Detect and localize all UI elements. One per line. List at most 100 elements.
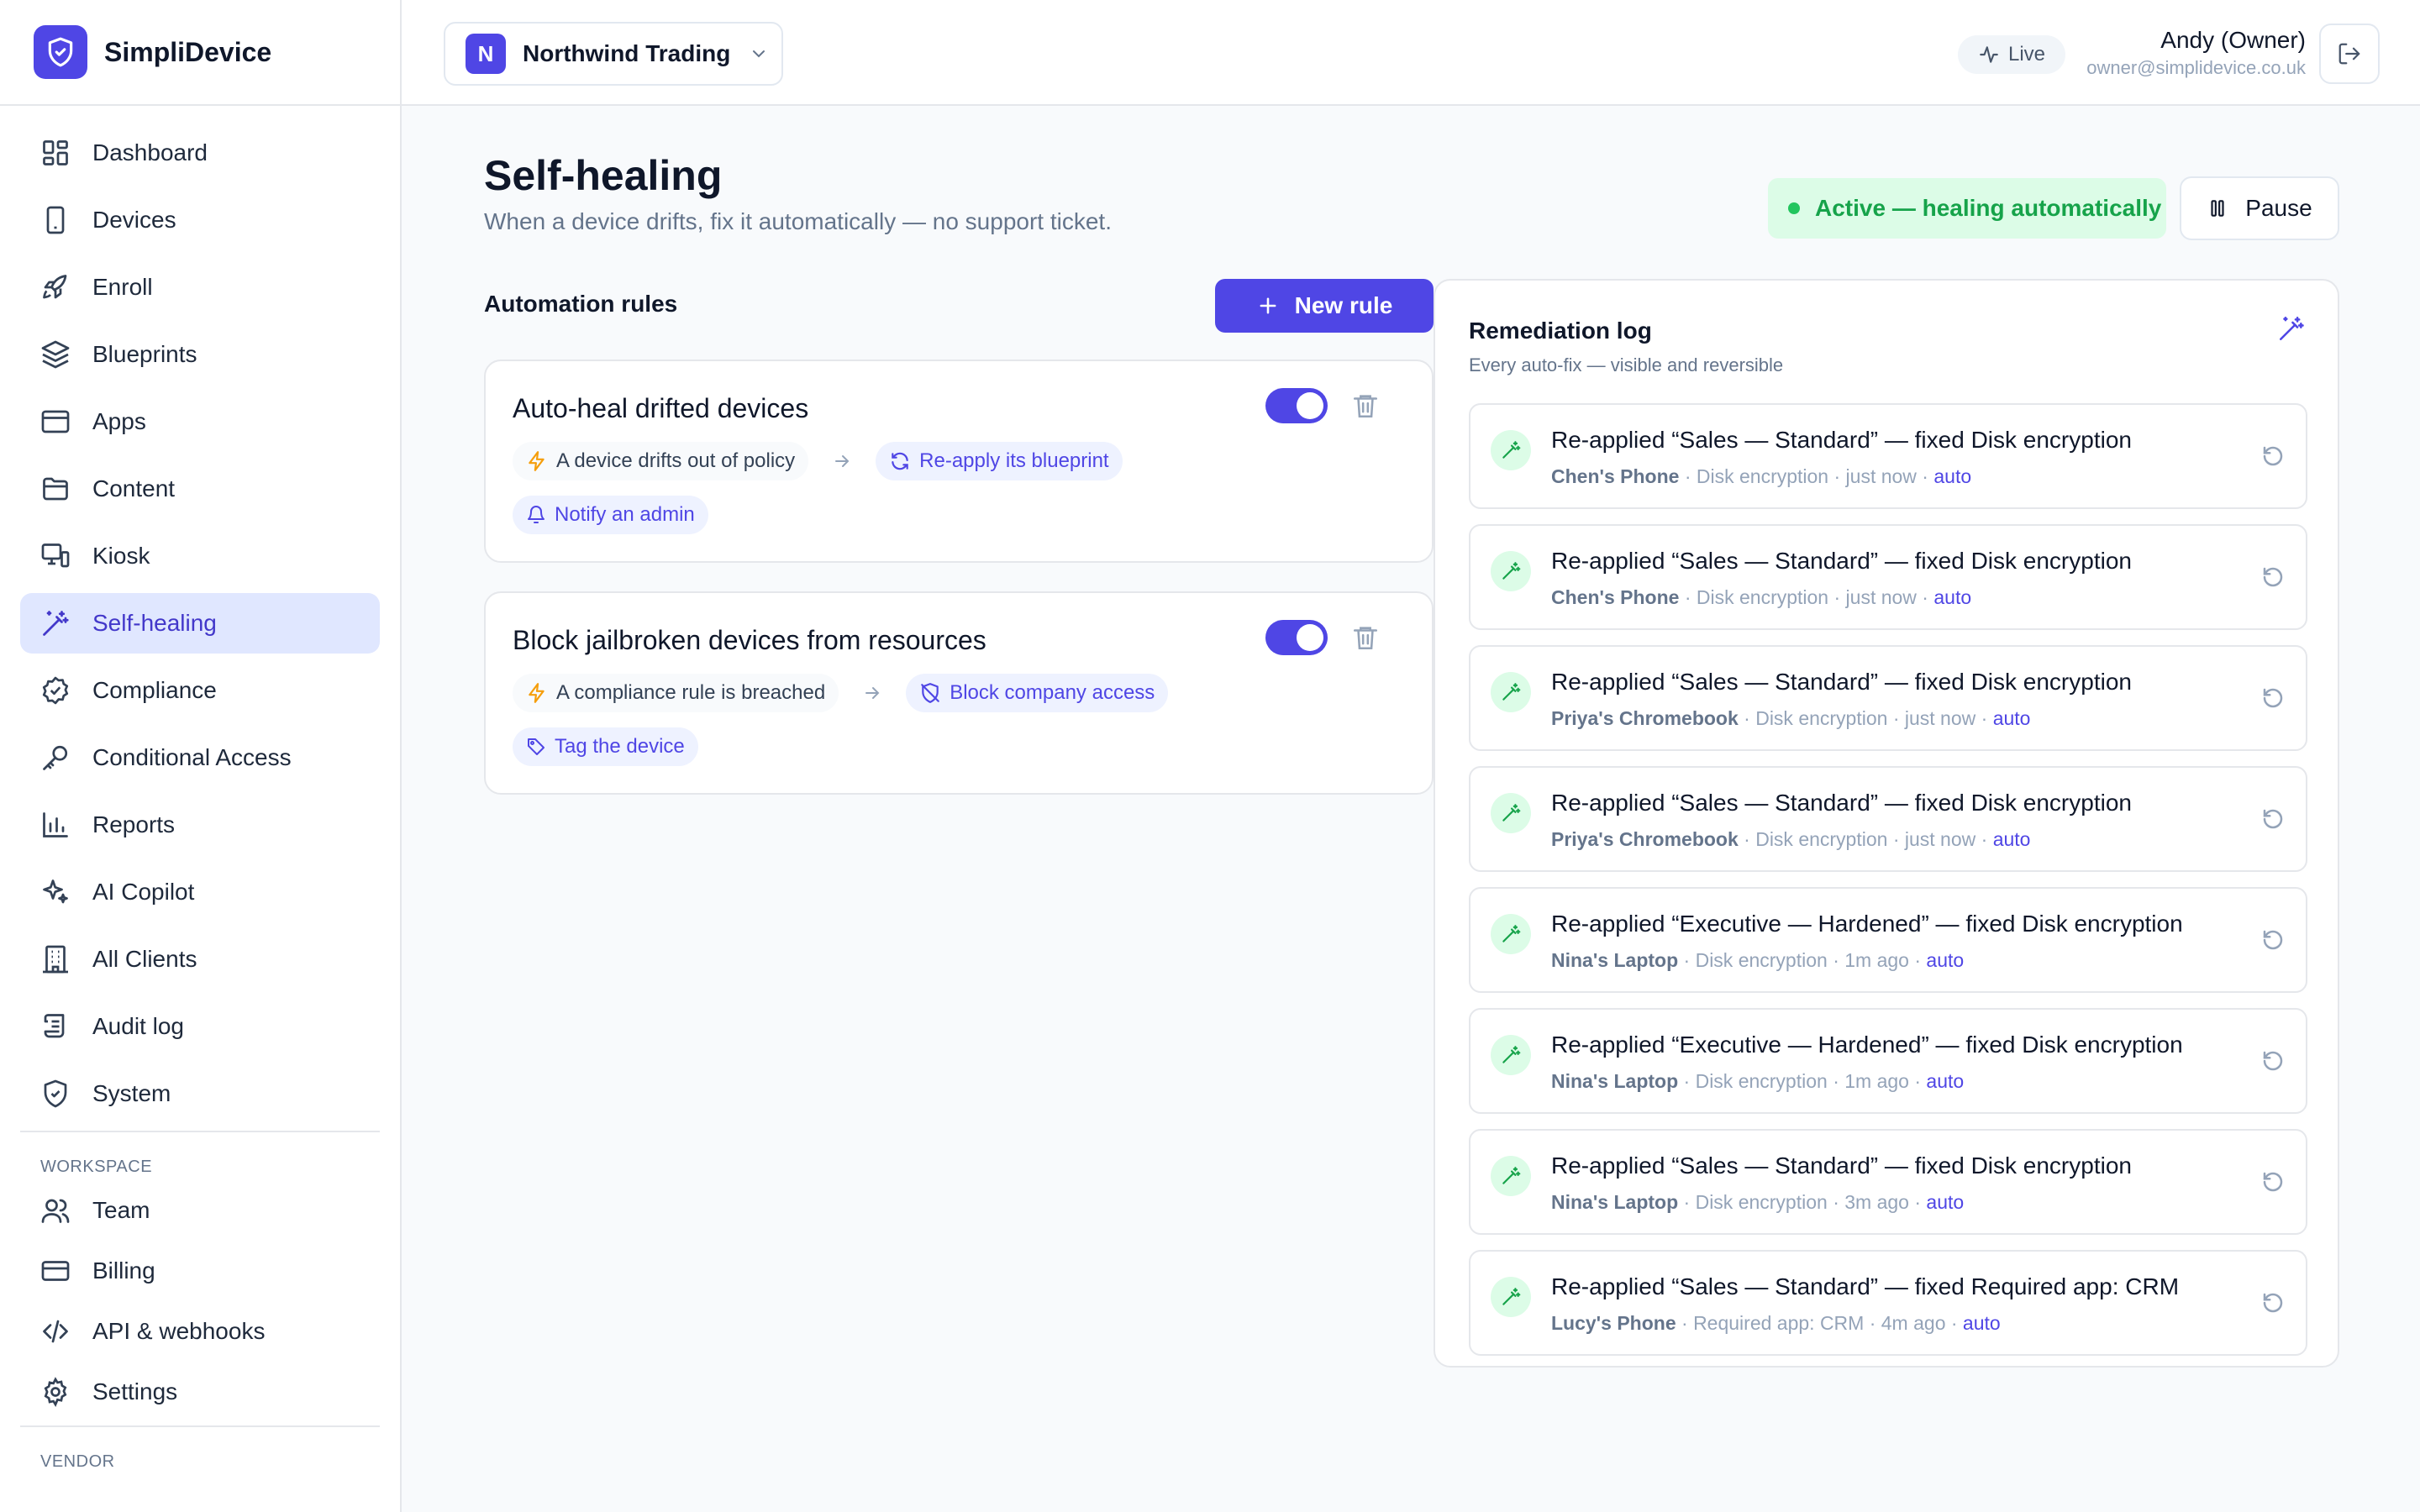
log-item-meta: Priya's Chromebook · Disk encryption · j… — [1551, 707, 2030, 730]
sidebar-item-devices[interactable]: Devices — [20, 190, 380, 250]
brand[interactable]: SimpliDevice — [0, 0, 400, 106]
layers-icon — [41, 340, 70, 369]
refresh-icon — [892, 452, 908, 470]
user-name: Andy (Owner) — [2160, 27, 2306, 53]
undo-icon[interactable] — [2260, 1169, 2286, 1194]
page-subtitle: When a device drifts, fix it automatical… — [484, 208, 1112, 234]
sidebar-item-all-clients[interactable]: All Clients — [20, 929, 380, 990]
rule-enabled-toggle[interactable] — [1265, 388, 1328, 423]
live-label: Live — [2007, 43, 2046, 66]
trigger-chip[interactable]: A device drifts out of policy — [513, 442, 809, 480]
credit-card-icon — [41, 1261, 70, 1281]
vendor-section-label: VENDOR — [40, 1452, 115, 1471]
sidebar-item-team[interactable]: Team — [20, 1184, 380, 1237]
sidebar-item-label: AI Copilot — [92, 879, 195, 905]
sidebar-item-label: Self-healing — [92, 610, 217, 636]
action-chip[interactable]: Block company access — [906, 674, 1169, 712]
wand-icon — [1491, 430, 1531, 470]
sidebar-item-label: Kiosk — [92, 543, 150, 569]
log-list: Re-applied “Sales — Standard” — fixed Di… — [1469, 403, 2307, 1371]
log-item: Re-applied “Executive — Hardened” — fixe… — [1469, 887, 2307, 993]
undo-icon[interactable] — [2260, 927, 2286, 953]
sidebar-item-label: Audit log — [92, 1013, 184, 1039]
action-chip[interactable]: Re-apply its blueprint — [876, 442, 1123, 480]
log-item-detail: · Disk encryption · just now · — [1679, 465, 1934, 487]
action-label: Re-apply its blueprint — [919, 449, 1109, 472]
arrow-right-icon — [835, 455, 850, 467]
wand-icon — [1491, 1035, 1531, 1075]
nav-divider — [20, 1425, 380, 1427]
wand-icon — [1491, 672, 1531, 712]
sidebar-item-label: Conditional Access — [92, 744, 292, 770]
log-subtitle: Every auto-fix — visible and reversible — [1469, 354, 1784, 375]
sidebar-item-label: API & webhooks — [92, 1318, 266, 1344]
sidebar-item-ai-copilot[interactable]: AI Copilot — [20, 862, 380, 922]
sidebar-item-label: All Clients — [92, 946, 197, 972]
undo-icon[interactable] — [2260, 685, 2286, 711]
org-avatar: N — [466, 34, 506, 74]
undo-icon[interactable] — [2260, 564, 2286, 590]
log-item-tag: auto — [1926, 1070, 1965, 1092]
wand-icon — [2279, 316, 2304, 341]
log-item-text: Re-applied “Executive — Hardened” — fixe… — [1551, 911, 2183, 937]
remediation-log-panel: Remediation log Every auto-fix — visible… — [1434, 279, 2339, 1368]
trash-icon[interactable] — [1351, 623, 1380, 652]
log-item: Re-applied “Executive — Hardened” — fixe… — [1469, 1008, 2307, 1114]
sidebar-item-enroll[interactable]: Enroll — [20, 257, 380, 318]
sidebar-item-system[interactable]: System — [20, 1063, 380, 1124]
log-item-device: Chen's Phone — [1551, 465, 1680, 487]
undo-icon[interactable] — [2260, 444, 2286, 469]
main-nav: Dashboard Devices Enroll Blueprints Apps… — [0, 106, 400, 1472]
log-item-detail: · Disk encryption · 3m ago · — [1678, 1191, 1927, 1213]
sidebar-item-settings[interactable]: Settings — [20, 1365, 380, 1419]
sidebar-item-audit-log[interactable]: Audit log — [20, 996, 380, 1057]
rule-enabled-toggle[interactable] — [1265, 620, 1328, 655]
logout-button[interactable] — [2319, 24, 2380, 84]
log-item-tag: auto — [1926, 949, 1965, 971]
trash-icon[interactable] — [1351, 391, 1380, 420]
trigger-label: A device drifts out of policy — [556, 449, 796, 472]
undo-icon[interactable] — [2260, 1290, 2286, 1315]
rule-title: Block jailbroken devices from resources — [513, 625, 986, 655]
new-rule-button[interactable]: New rule — [1215, 279, 1434, 333]
log-item-device: Lucy's Phone — [1551, 1312, 1676, 1334]
log-item-tag: auto — [1992, 707, 2031, 729]
rule-card: Auto-heal drifted devices A device drift… — [484, 360, 1434, 563]
building-icon — [43, 945, 68, 974]
sidebar-item-api-webhooks[interactable]: API & webhooks — [20, 1305, 380, 1358]
log-item-meta: Chen's Phone · Disk encryption · just no… — [1551, 586, 1971, 609]
sidebar-item-label: Apps — [92, 408, 146, 434]
users-icon — [41, 1199, 70, 1223]
action-chip[interactable]: Notify an admin — [513, 496, 708, 534]
org-switcher[interactable]: N Northwind Trading — [444, 22, 783, 86]
log-item-tag: auto — [1926, 1191, 1965, 1213]
lightning-icon — [529, 683, 544, 703]
code-icon — [43, 1320, 68, 1343]
sidebar-item-content[interactable]: Content — [20, 459, 380, 519]
sidebar-item-kiosk[interactable]: Kiosk — [20, 526, 380, 586]
sidebar-item-apps[interactable]: Apps — [20, 391, 380, 452]
log-item: Re-applied “Sales — Standard” — fixed Di… — [1469, 1129, 2307, 1235]
log-item: Re-applied “Sales — Standard” — fixed Di… — [1469, 766, 2307, 872]
sidebar: SimpliDevice Dashboard Devices Enroll Bl… — [0, 0, 402, 1512]
pause-button[interactable]: Pause — [2180, 176, 2339, 240]
sidebar-item-dashboard[interactable]: Dashboard — [20, 123, 380, 183]
log-item-text: Re-applied “Executive — Hardened” — fixe… — [1551, 1032, 2183, 1058]
action-chip[interactable]: Tag the device — [513, 727, 698, 766]
action-label: Block company access — [950, 681, 1155, 704]
sidebar-item-compliance[interactable]: Compliance — [20, 660, 380, 721]
sidebar-item-billing[interactable]: Billing — [20, 1244, 380, 1298]
sidebar-item-self-healing[interactable]: Self-healing — [20, 593, 380, 654]
undo-icon[interactable] — [2260, 806, 2286, 832]
lightning-icon — [529, 451, 544, 471]
undo-icon[interactable] — [2260, 1048, 2286, 1074]
sidebar-item-label: Reports — [92, 811, 176, 837]
user-info[interactable]: Andy (Owner) owner@simplidevice.co.uk — [2086, 27, 2306, 79]
sidebar-item-blueprints[interactable]: Blueprints — [20, 324, 380, 385]
brand-name: SimpliDevice — [104, 36, 272, 67]
sidebar-item-label: Content — [92, 475, 176, 501]
trigger-chip[interactable]: A compliance rule is breached — [513, 674, 839, 712]
sidebar-item-conditional-access[interactable]: Conditional Access — [20, 727, 380, 788]
log-item-text: Re-applied “Sales — Standard” — fixed Di… — [1551, 548, 2132, 574]
sidebar-item-reports[interactable]: Reports — [20, 795, 380, 855]
